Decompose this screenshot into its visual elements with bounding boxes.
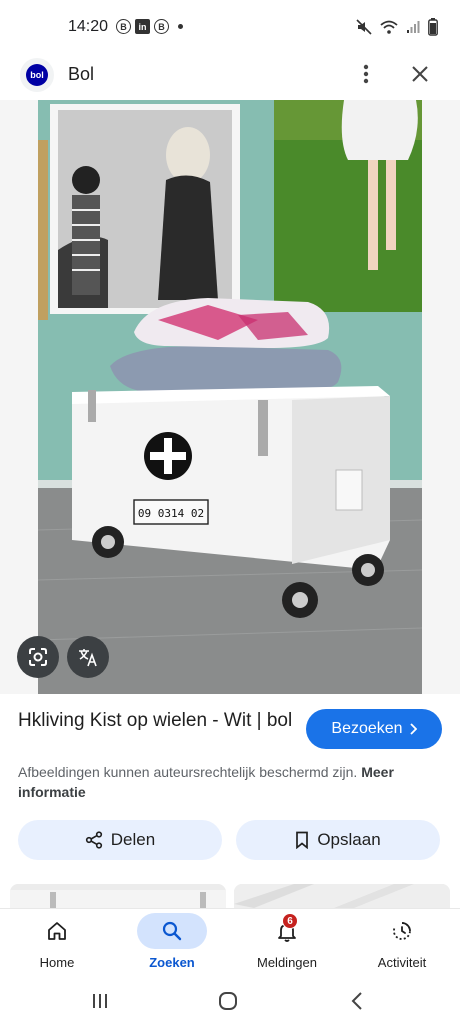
translate-icon (79, 649, 97, 667)
notification-icons: B in B (116, 19, 183, 34)
visit-button[interactable]: Bezoeken (306, 709, 442, 749)
visit-button-label: Bezoeken (331, 720, 403, 737)
notification-badge: 6 (282, 913, 298, 929)
related-image[interactable] (10, 884, 226, 908)
nav-home-label: Home (39, 955, 75, 970)
bol-logo-mark: bol (26, 64, 48, 86)
search-icon (162, 921, 182, 941)
close-button[interactable] (406, 60, 434, 88)
nav-notifications-label: Meldingen (257, 955, 317, 970)
signal-icon (407, 21, 420, 33)
close-icon (412, 66, 428, 82)
home-circle-icon (219, 992, 237, 1010)
back-icon (351, 992, 362, 1010)
copyright-notice: Afbeeldingen kunnen auteursrechtelijk be… (18, 762, 438, 802)
status-bar: 14:20 B in B (0, 0, 460, 50)
nav-activity-label: Activiteit (377, 955, 427, 970)
more-notifications-dot (178, 24, 183, 29)
system-status-icons (356, 18, 438, 36)
product-image[interactable]: 09 0314 02 (38, 100, 422, 694)
home-system-button[interactable] (213, 986, 243, 1016)
google-lens-button[interactable] (17, 636, 59, 678)
b-app-icon: B (116, 19, 131, 34)
image-preview-area: 09 0314 02 (0, 100, 460, 694)
more-vert-icon (363, 64, 369, 84)
translate-button[interactable] (67, 636, 109, 678)
bookmark-icon (296, 831, 309, 849)
status-time: 14:20 (68, 18, 109, 35)
related-image[interactable] (234, 884, 450, 908)
site-name[interactable]: Bol (68, 64, 94, 85)
nav-search-label: Zoeken (149, 955, 195, 970)
recent-apps-icon (93, 994, 107, 1008)
save-button[interactable]: Opslaan (236, 820, 440, 860)
history-icon (393, 922, 411, 940)
nav-notifications[interactable]: 6 Meldingen (242, 909, 332, 979)
home-icon (48, 922, 66, 940)
bol-logo: bol (20, 58, 54, 92)
system-navigation-bar (0, 978, 460, 1024)
wifi-icon (380, 20, 398, 34)
copyright-text: Afbeeldingen kunnen auteursrechtelijk be… (18, 764, 358, 780)
back-button[interactable] (342, 986, 372, 1016)
related-images-strip (0, 884, 460, 908)
header-bar: bol Bol (0, 50, 460, 100)
nav-home[interactable]: Home (12, 909, 102, 979)
mute-icon (356, 19, 372, 35)
nav-search[interactable]: Zoeken (127, 909, 217, 979)
bottom-navigation: Home Zoeken 6 Meldingen Activiteit (0, 908, 460, 978)
crate-number: 09 0314 02 (138, 507, 204, 520)
recent-apps-button[interactable] (85, 986, 115, 1016)
linkedin-icon: in (135, 19, 150, 34)
share-icon (85, 831, 102, 849)
save-button-label: Opslaan (317, 830, 381, 849)
chevron-right-icon (409, 723, 417, 735)
b-app-icon-2: B (154, 19, 169, 34)
product-title[interactable]: Hkliving Kist op wielen - Wit | bol (18, 708, 298, 733)
nav-activity[interactable]: Activiteit (357, 909, 447, 979)
lens-icon (29, 648, 47, 666)
battery-icon (428, 18, 438, 36)
more-options-button[interactable] (352, 60, 380, 88)
share-button-label: Delen (110, 830, 156, 849)
product-photo: 09 0314 02 (38, 100, 422, 694)
share-button[interactable]: Delen (18, 820, 222, 860)
